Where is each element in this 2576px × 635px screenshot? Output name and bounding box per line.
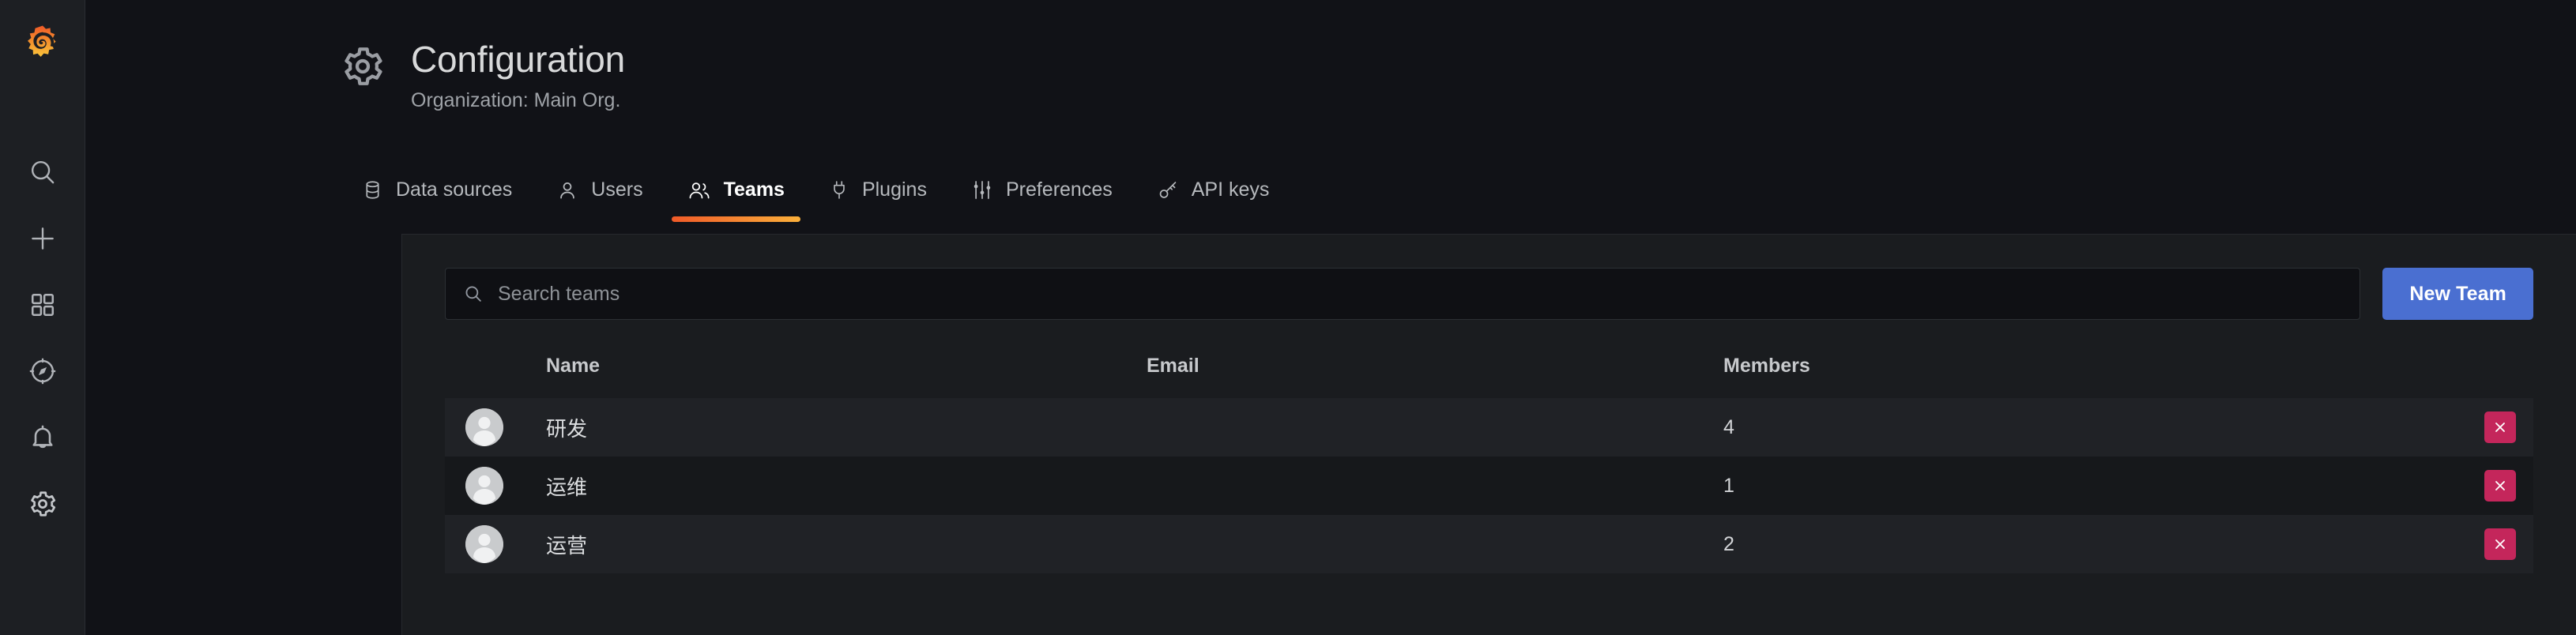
team-name: 运维 [546, 475, 588, 499]
grafana-logo-icon [24, 24, 61, 61]
table-header-row: Name Email Members [445, 355, 2533, 398]
search-icon [463, 284, 484, 304]
primary-sidebar [0, 0, 85, 635]
table-row[interactable]: 研发 4 [445, 398, 2533, 457]
th-actions [2439, 355, 2533, 398]
avatar [465, 408, 503, 446]
page-header: Configuration Organization: Main Org. [85, 0, 2576, 120]
tab-api-keys[interactable]: API keys [1135, 172, 1292, 222]
th-avatar [445, 355, 546, 398]
plug-icon [829, 179, 849, 201]
delete-team-button[interactable] [2484, 528, 2516, 560]
database-icon [362, 179, 383, 201]
tab-label: Preferences [1005, 178, 1113, 201]
close-icon [2492, 478, 2508, 494]
grafana-app: Configuration Organization: Main Org. Da… [0, 0, 2576, 635]
team-actions-cell [2439, 515, 2533, 573]
avatar-cell [445, 398, 546, 457]
gear-icon [28, 489, 58, 519]
grafana-logo-link[interactable] [0, 0, 85, 85]
tab-label: Plugins [861, 178, 927, 201]
sidebar-item-explore[interactable] [0, 338, 85, 404]
team-name-cell: 研发 [546, 398, 1147, 457]
sidebar-item-dashboards[interactable] [0, 272, 85, 338]
sliders-icon [971, 179, 993, 201]
team-email-cell [1147, 515, 1723, 573]
dashboards-icon [29, 291, 56, 318]
sidebar-item-alerting[interactable] [0, 404, 85, 471]
tab-plugins[interactable]: Plugins [807, 172, 949, 222]
team-email-cell [1147, 398, 1723, 457]
close-icon [2492, 536, 2508, 552]
sidebar-item-configuration[interactable] [0, 471, 85, 537]
avatar [465, 467, 503, 505]
plus-icon [28, 224, 58, 254]
th-members[interactable]: Members [1723, 355, 2439, 398]
search-icon [28, 157, 58, 187]
teams-table-head: Name Email Members [445, 355, 2533, 398]
table-row[interactable]: 运营 2 [445, 515, 2533, 573]
tab-data-sources[interactable]: Data sources [340, 172, 534, 222]
team-name-cell: 运维 [546, 457, 1147, 515]
team-members-cell: 1 [1723, 474, 1734, 497]
team-name: 运营 [546, 533, 588, 558]
bell-icon [28, 423, 57, 452]
user-icon [556, 179, 578, 201]
team-email-cell [1147, 457, 1723, 515]
compass-icon [28, 357, 57, 385]
main-content: Configuration Organization: Main Org. Da… [85, 0, 2576, 635]
th-email[interactable]: Email [1147, 355, 1723, 398]
page-subtitle: Organization: Main Org. [411, 89, 621, 112]
delete-team-button[interactable] [2484, 470, 2516, 502]
gear-icon [340, 43, 386, 93]
key-icon [1157, 179, 1179, 201]
teams-panel: New Team Name Email Members [401, 234, 2576, 635]
page-title: Configuration [411, 39, 626, 80]
search-teams-input[interactable] [498, 282, 2343, 306]
table-row[interactable]: 运维 1 [445, 457, 2533, 515]
config-tabbar: Data sources Users Teams Plugins Prefere… [340, 172, 2576, 234]
team-name-cell: 运营 [546, 515, 1147, 573]
team-name: 研发 [546, 416, 588, 441]
new-team-button[interactable]: New Team [2382, 268, 2533, 320]
delete-team-button[interactable] [2484, 411, 2516, 443]
users-icon [687, 179, 711, 201]
th-name[interactable]: Name [546, 355, 1147, 398]
page-header-text: Configuration Organization: Main Org. [411, 38, 625, 112]
sidebar-item-search[interactable] [0, 139, 85, 205]
sidebar-item-create[interactable] [0, 205, 85, 272]
avatar-cell [445, 457, 546, 515]
tab-preferences[interactable]: Preferences [949, 172, 1135, 222]
avatar-cell [445, 515, 546, 573]
teams-panel-inner: New Team Name Email Members [402, 235, 2576, 573]
team-actions-cell [2439, 398, 2533, 457]
team-actions-cell [2439, 457, 2533, 515]
tab-label: Data sources [396, 178, 513, 201]
close-icon [2492, 419, 2508, 435]
teams-toolbar: New Team [445, 268, 2533, 320]
team-members-cell: 2 [1723, 532, 1734, 555]
tab-users[interactable]: Users [534, 172, 665, 222]
tab-teams[interactable]: Teams [665, 172, 807, 222]
teams-table: Name Email Members 研发 4 运维 1 运营 2 [445, 355, 2533, 573]
team-members-cell: 4 [1723, 415, 1734, 438]
avatar [465, 525, 503, 563]
tab-label: API keys [1191, 178, 1270, 201]
tab-label: Teams [723, 178, 785, 201]
search-teams-box[interactable] [445, 268, 2361, 320]
teams-table-body: 研发 4 运维 1 运营 2 [445, 398, 2533, 573]
tab-label: Users [591, 178, 643, 201]
